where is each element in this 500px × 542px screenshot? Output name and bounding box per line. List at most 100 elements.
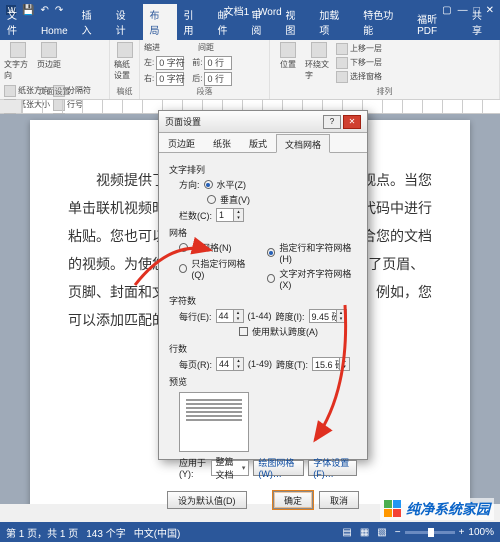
- text-direction-icon: [10, 42, 26, 58]
- apply-to-select[interactable]: 整篇文档: [211, 460, 249, 476]
- section-text-direction: 文字排列: [169, 163, 357, 176]
- status-language[interactable]: 中文(中国): [134, 525, 181, 540]
- share-button[interactable]: 共享: [464, 4, 500, 40]
- group-arrange-label: 排列: [274, 86, 495, 97]
- radio-char-line-grid[interactable]: [267, 248, 275, 257]
- ok-button[interactable]: 确定: [273, 491, 313, 509]
- tab-design[interactable]: 设计: [109, 4, 143, 40]
- share-label: 共享: [472, 11, 482, 37]
- spacing-after-input[interactable]: 0 行: [204, 72, 232, 86]
- position-button[interactable]: 位置: [274, 42, 302, 70]
- status-page[interactable]: 第 1 页，共 1 页: [6, 525, 78, 540]
- dialog-tabs: 页边距 纸张 版式 文档网格: [159, 133, 367, 153]
- indent-left-input[interactable]: 0 字符: [156, 56, 184, 70]
- radio-vertical[interactable]: [207, 195, 216, 204]
- tab-layout[interactable]: 布局: [143, 4, 177, 40]
- text-direction-label: 文字方向: [4, 59, 32, 81]
- bring-forward-button[interactable]: 上移一层: [336, 42, 382, 55]
- radio-horizontal[interactable]: [204, 180, 213, 189]
- draw-grid-button[interactable]: 绘图网格(W)…: [253, 460, 304, 476]
- dialog-tab-margins[interactable]: 页边距: [159, 133, 204, 152]
- apply-to-label: 应用于(Y):: [179, 456, 207, 479]
- use-default-pitch-checkbox[interactable]: [239, 327, 248, 336]
- tab-home[interactable]: Home: [34, 23, 75, 40]
- tab-review[interactable]: 审阅: [244, 4, 278, 40]
- dialog-tab-paper[interactable]: 纸张: [204, 133, 240, 152]
- tab-view[interactable]: 视图: [278, 4, 312, 40]
- tab-references[interactable]: 引用: [177, 4, 211, 40]
- group-page-setup-label: 页面设置: [4, 86, 105, 97]
- preview-box: [179, 392, 249, 452]
- group-paragraph-label: 段落: [144, 86, 265, 97]
- text-direction-button[interactable]: 文字方向: [4, 42, 32, 81]
- tab-pdf[interactable]: 福昕PDF: [410, 8, 464, 40]
- group-manuscript-label: 稿纸: [114, 86, 135, 97]
- cancel-button[interactable]: 取消: [319, 491, 359, 509]
- section-chars: 字符数: [169, 294, 357, 307]
- qat-undo-icon[interactable]: ↶: [40, 5, 48, 16]
- set-default-button[interactable]: 设为默认值(D): [167, 491, 247, 509]
- per-line-range: (1-44): [248, 311, 272, 321]
- tab-insert[interactable]: 插入: [75, 4, 109, 40]
- view-web-icon[interactable]: ▧: [377, 527, 386, 538]
- dialog-close-icon[interactable]: ✕: [343, 115, 361, 129]
- font-settings-button[interactable]: 字体设置(F)…: [308, 460, 357, 476]
- indent-right-input[interactable]: 0 字符: [156, 72, 184, 86]
- radio-align-grid[interactable]: [267, 274, 275, 283]
- tab-special[interactable]: 特色功能: [356, 4, 410, 40]
- spacing-before-input[interactable]: 0 行: [204, 56, 232, 70]
- view-read-icon[interactable]: ▤: [342, 527, 351, 538]
- view-print-icon[interactable]: ▦: [360, 527, 369, 538]
- per-page-label: 每页(R):: [179, 358, 212, 371]
- char-pitch-input[interactable]: 9.45 磅▴▾: [309, 309, 347, 323]
- direction-label: 方向:: [179, 178, 200, 191]
- per-line-input[interactable]: 44▴▾: [216, 309, 244, 323]
- radio-line-grid[interactable]: [179, 264, 187, 273]
- dialog-tab-grid[interactable]: 文档网格: [276, 134, 330, 153]
- qat-redo-icon[interactable]: ↷: [55, 5, 63, 16]
- watermark-icon: [384, 500, 402, 518]
- zoom-percent[interactable]: 100%: [468, 527, 494, 538]
- spacing-header: 间距: [198, 42, 214, 53]
- columns-count-input[interactable]: 1▴▾: [216, 208, 244, 222]
- wrap-icon: [311, 42, 327, 58]
- per-page-input[interactable]: 44▴▾: [216, 357, 244, 371]
- zoom-control[interactable]: − + 100%: [395, 527, 494, 538]
- position-icon: [280, 42, 296, 58]
- selection-pane-button[interactable]: 选择窗格: [336, 70, 382, 83]
- columns-count-label: 栏数(C):: [179, 209, 212, 222]
- zoom-out-icon[interactable]: −: [395, 527, 401, 538]
- bring-forward-icon: [336, 43, 348, 55]
- margins-button[interactable]: 页边距: [35, 42, 63, 70]
- indent-header: 缩进: [144, 42, 160, 53]
- char-pitch-label: 跨度(I):: [276, 310, 305, 323]
- watermark-logo: 纯净系统家园: [380, 498, 494, 520]
- dialog-title: 页面设置: [165, 115, 321, 128]
- statusbar: 第 1 页，共 1 页 143 个字 中文(中国) ▤ ▦ ▧ − + 100%: [0, 522, 500, 542]
- section-grid: 网格: [169, 226, 357, 239]
- selection-pane-icon: [336, 71, 348, 83]
- tab-mailings[interactable]: 邮件: [210, 4, 244, 40]
- manuscript-label: 稿纸设置: [114, 59, 135, 81]
- per-line-label: 每行(E):: [179, 310, 212, 323]
- status-words[interactable]: 143 个字: [86, 525, 125, 540]
- dialog-titlebar[interactable]: 页面设置 ? ✕: [159, 111, 367, 133]
- ribbon: 文字方向 页边距 纸张方向 纸张大小 分栏 分隔符 行号 断字 页面设置 稿纸设…: [0, 40, 500, 100]
- zoom-slider[interactable]: [405, 531, 455, 534]
- watermark-text: 纯净系统家园: [406, 499, 490, 519]
- manuscript-button[interactable]: 稿纸设置: [114, 42, 135, 81]
- tab-addins[interactable]: 加载项: [312, 4, 356, 40]
- send-backward-button[interactable]: 下移一层: [336, 56, 382, 69]
- per-page-range: (1-49): [248, 359, 272, 369]
- wrap-button[interactable]: 环绕文字: [305, 42, 333, 81]
- dialog-help-icon[interactable]: ?: [323, 115, 341, 129]
- tab-file[interactable]: 文件: [0, 4, 34, 40]
- page-setup-dialog: 页面设置 ? ✕ 页边距 纸张 版式 文档网格 文字排列 方向: 水平(Z) 垂…: [158, 110, 368, 460]
- line-pitch-input[interactable]: 15.6 磅▴▾: [312, 357, 350, 371]
- zoom-in-icon[interactable]: +: [459, 527, 465, 538]
- section-preview: 预览: [169, 375, 357, 388]
- line-pitch-label: 跨度(T):: [276, 358, 308, 371]
- radio-no-grid[interactable]: [179, 243, 188, 252]
- margins-icon: [41, 42, 57, 58]
- dialog-tab-layout[interactable]: 版式: [240, 133, 276, 152]
